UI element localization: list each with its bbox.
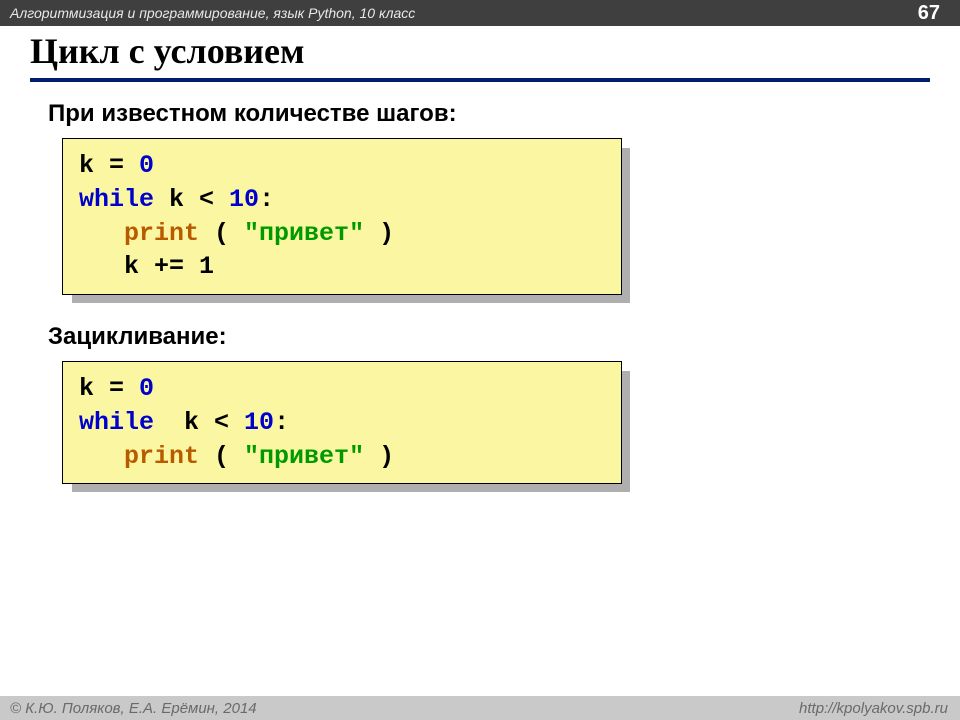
code-token: print: [124, 219, 199, 248]
code-token: 10: [244, 408, 274, 437]
code-token: (: [199, 219, 244, 248]
heading-known-steps: При известном количестве шагов:: [48, 100, 930, 128]
code-inner-known: k = 0 while k < 10: print ( "привет" ) k…: [62, 138, 622, 295]
code-token: 10: [229, 185, 259, 214]
code-token: [79, 252, 124, 281]
code-token: k: [79, 151, 94, 180]
code-token: 0: [139, 374, 154, 403]
code-token: "привет": [244, 219, 364, 248]
code-token: while: [79, 185, 154, 214]
code-token: [79, 442, 124, 471]
code-token: "привет": [244, 442, 364, 471]
code-token: k: [154, 185, 184, 214]
slide-title: Цикл с условием: [30, 30, 930, 82]
code-block-known: k = 0 while k < 10: print ( "привет" ) k…: [62, 138, 622, 295]
code-token: <: [199, 408, 244, 437]
code-token: :: [259, 185, 274, 214]
code-token: ): [364, 442, 394, 471]
page-number: 67: [918, 2, 940, 25]
code-token: k: [154, 408, 199, 437]
header-bar: Алгоритмизация и программирование, язык …: [0, 0, 960, 26]
code-block-infinite: k = 0 while k < 10: print ( "привет" ): [62, 361, 622, 484]
code-token: :: [274, 408, 289, 437]
code-token: ): [364, 219, 394, 248]
code-token: <: [184, 185, 229, 214]
code-token: k += 1: [124, 252, 214, 281]
code-token: 0: [139, 151, 154, 180]
code-token: while: [79, 408, 154, 437]
code-token: [79, 219, 124, 248]
heading-infinite: Зацикливание:: [48, 323, 930, 351]
footer-url: http://kpolyakov.spb.ru: [799, 700, 948, 717]
code-inner-infinite: k = 0 while k < 10: print ( "привет" ): [62, 361, 622, 484]
slide-content: Цикл с условием При известном количестве…: [30, 30, 930, 484]
footer-bar: © К.Ю. Поляков, Е.А. Ерёмин, 2014 http:/…: [0, 696, 960, 720]
code-token: (: [199, 442, 244, 471]
code-token: =: [94, 151, 139, 180]
code-token: print: [124, 442, 199, 471]
code-token: k: [79, 374, 94, 403]
course-label: Алгоритмизация и программирование, язык …: [10, 5, 415, 21]
copyright: © К.Ю. Поляков, Е.А. Ерёмин, 2014: [10, 700, 257, 717]
code-token: =: [94, 374, 139, 403]
